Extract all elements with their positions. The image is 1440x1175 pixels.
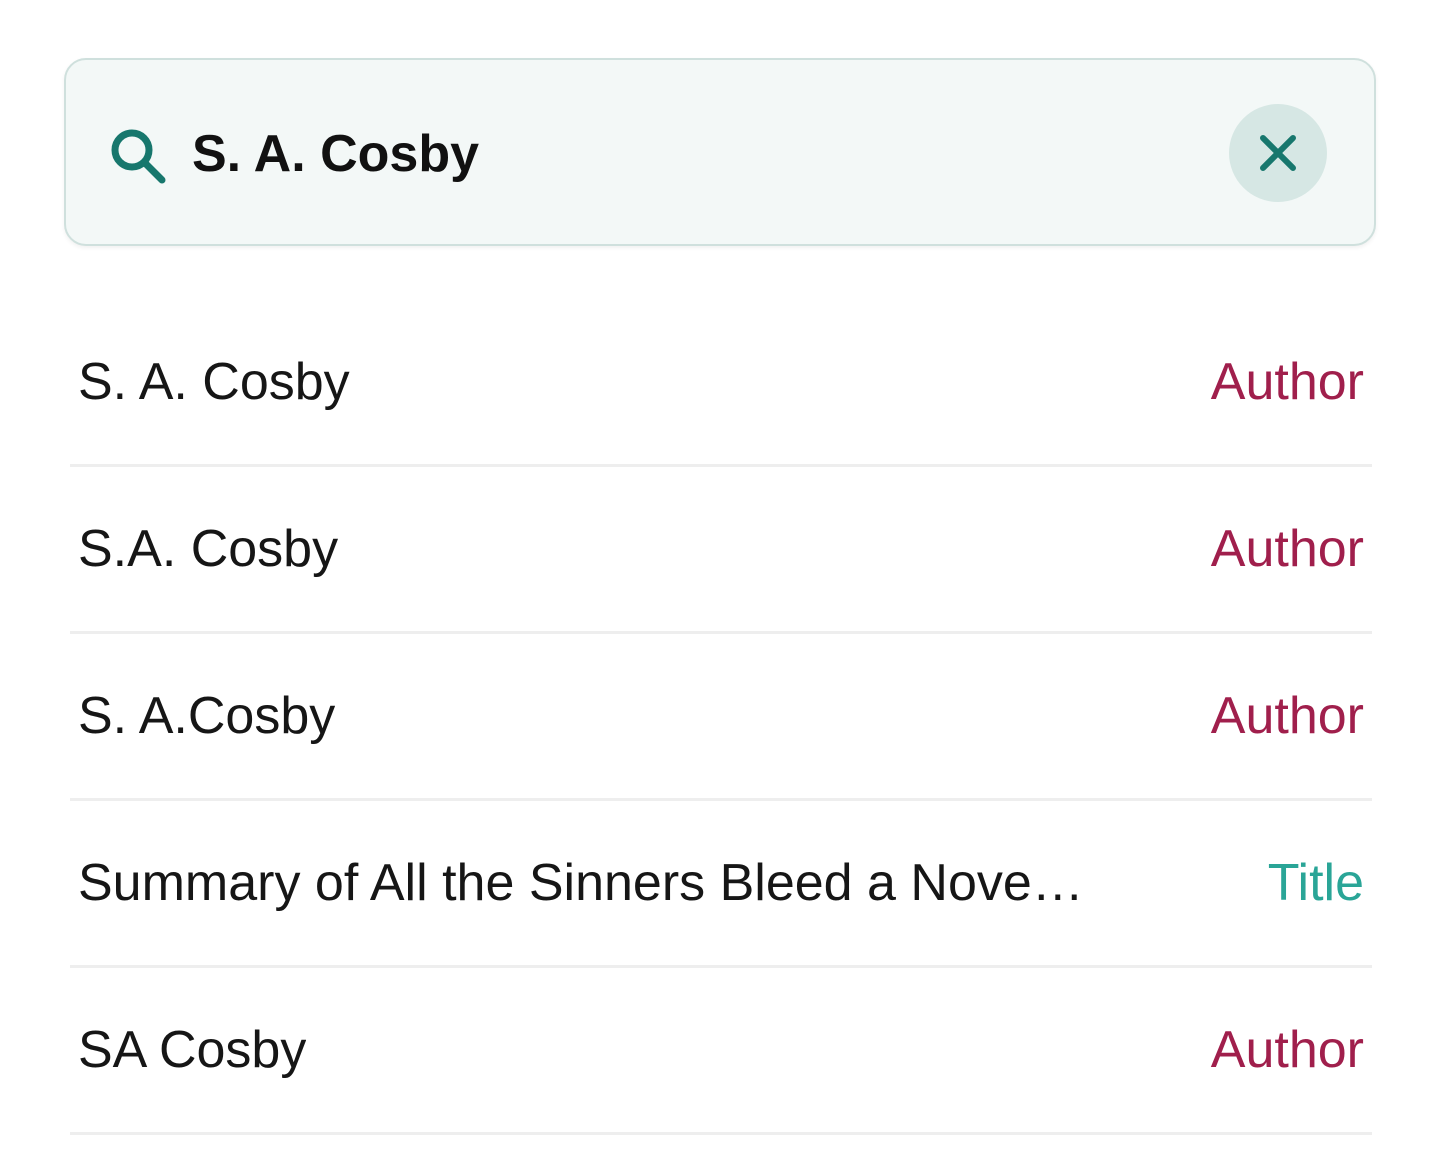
result-name: S. A. Cosby xyxy=(78,353,350,411)
search-results-list: S. A. Cosby Author S.A. Cosby Author S. … xyxy=(70,300,1372,1135)
result-type-badge: Title xyxy=(1267,854,1364,912)
result-type-badge: Author xyxy=(1210,520,1364,578)
search-input[interactable] xyxy=(192,114,1192,194)
result-name: S.A. Cosby xyxy=(78,520,339,578)
result-name: SA Cosby xyxy=(78,1021,307,1079)
search-page: S. A. Cosby Author S.A. Cosby Author S. … xyxy=(0,0,1440,1175)
result-row[interactable]: Summary of All the Sinners Bleed a Nove…… xyxy=(70,801,1372,968)
result-row[interactable]: SA Cosby Author xyxy=(70,968,1372,1135)
search-icon xyxy=(111,129,166,184)
result-row[interactable]: S. A. Cosby Author xyxy=(70,300,1372,467)
result-row[interactable]: S.A. Cosby Author xyxy=(70,467,1372,634)
close-icon xyxy=(1260,135,1296,171)
result-name: S. A.Cosby xyxy=(78,687,336,745)
clear-search-button[interactable] xyxy=(1229,104,1327,202)
result-row[interactable]: S. A.Cosby Author xyxy=(70,634,1372,801)
result-type-badge: Author xyxy=(1210,687,1364,745)
result-name: Summary of All the Sinners Bleed a Nove… xyxy=(78,854,1084,912)
result-type-badge: Author xyxy=(1210,353,1364,411)
result-type-badge: Author xyxy=(1210,1021,1364,1079)
